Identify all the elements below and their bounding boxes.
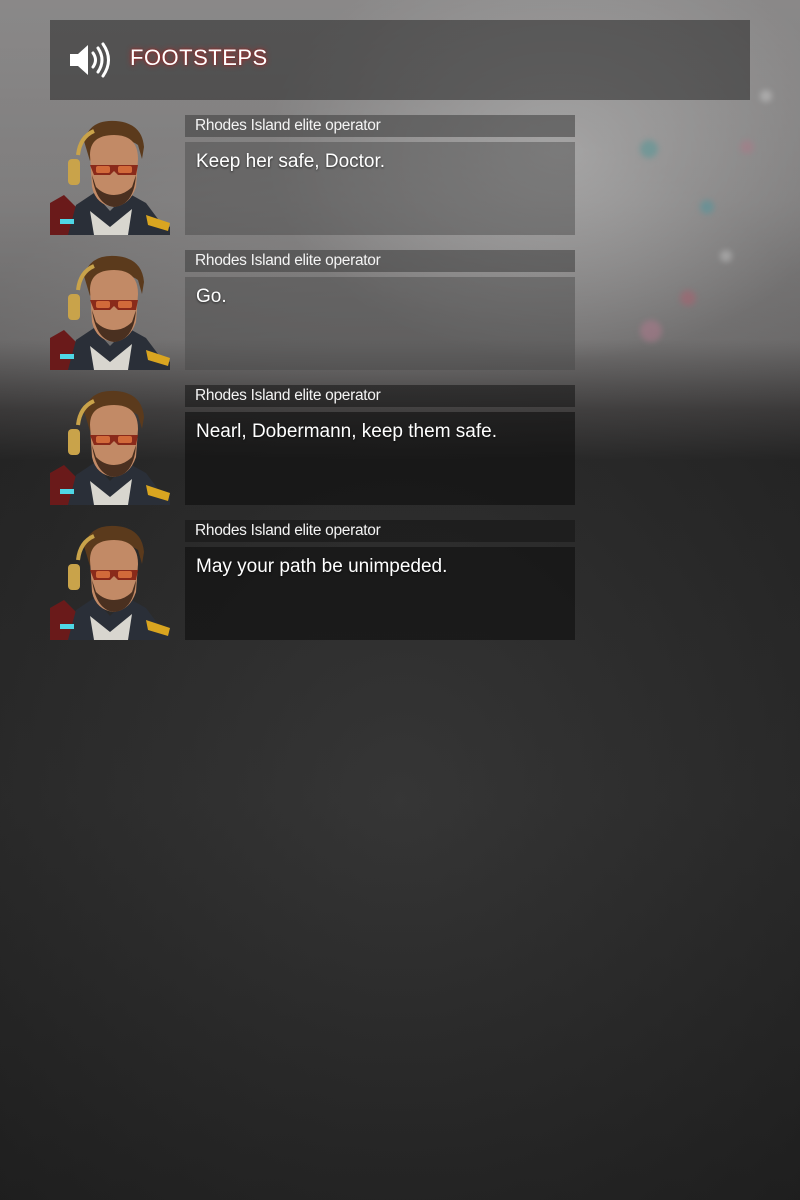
speaker-name-bar: Rhodes Island elite operator [185,250,575,272]
operator-portrait-icon [50,115,170,235]
dialogue-line: Nearl, Dobermann, keep them safe. [196,421,497,442]
operator-portrait-icon [50,250,170,370]
dialogue-line-box: May your path be unimpeded. [185,547,575,640]
dialogue-entry: Rhodes Island elite operator Keep her sa… [50,115,575,240]
dialogue-line: Keep her safe, Doctor. [196,151,386,172]
dialogue-line: May your path be unimpeded. [196,556,448,577]
speaker-name-bar: Rhodes Island elite operator [185,385,575,407]
speaker-name: Rhodes Island elite operator [195,387,381,404]
speaker-name-bar: Rhodes Island elite operator [185,115,575,137]
dialogue-line-box: Keep her safe, Doctor. [185,142,575,235]
dialogue-line-box: Nearl, Dobermann, keep them safe. [185,412,575,505]
scene-title-bar: FOOTSTEPS [50,20,750,100]
dialogue-line-box: Go. [185,277,575,370]
dialogue-entry: Rhodes Island elite operator May your pa… [50,520,575,645]
operator-portrait-icon [50,385,170,505]
speaker-volume-icon [68,40,112,80]
speaker-name-bar: Rhodes Island elite operator [185,520,575,542]
dialogue-line: Go. [196,286,227,307]
operator-portrait-icon [50,520,170,640]
speaker-name: Rhodes Island elite operator [195,522,381,539]
speaker-name: Rhodes Island elite operator [195,252,381,269]
speaker-name: Rhodes Island elite operator [195,117,381,134]
dialogue-entry: Rhodes Island elite operator Go. [50,250,575,375]
dialogue-entry: Rhodes Island elite operator Nearl, Dobe… [50,385,575,510]
scene-title: FOOTSTEPS [130,45,268,70]
